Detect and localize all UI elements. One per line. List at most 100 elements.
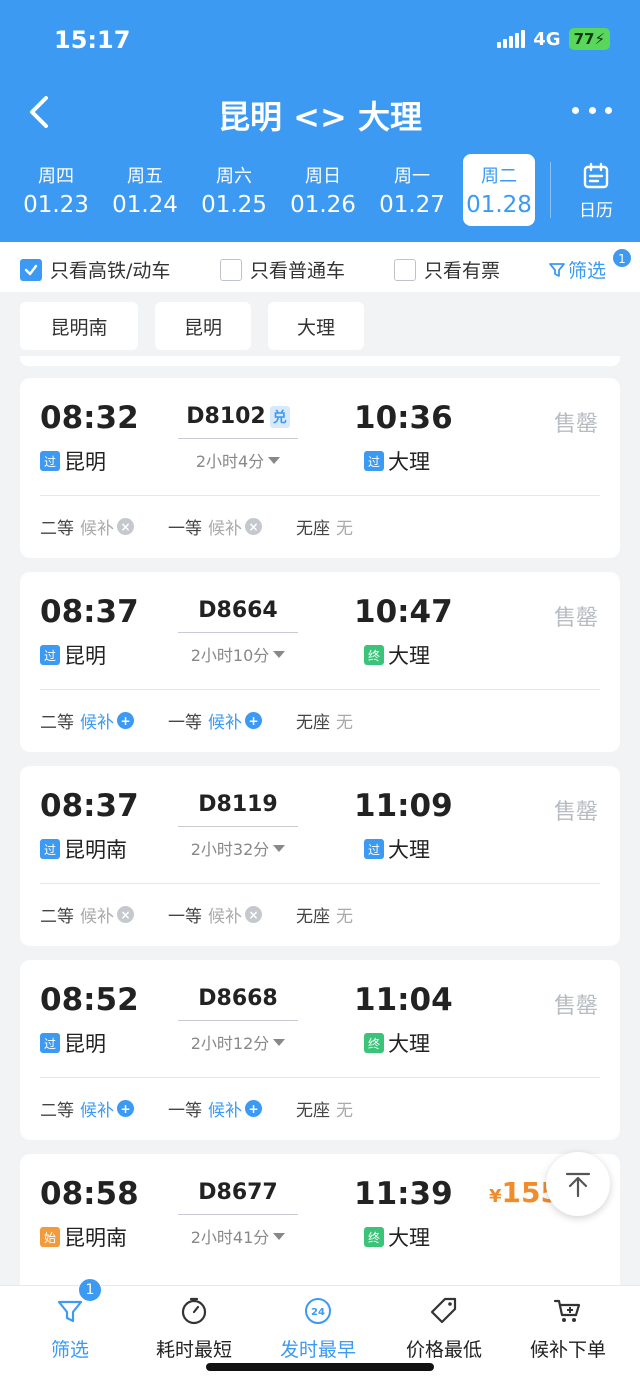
station-name: 昆明 xyxy=(64,1032,106,1056)
nav-bar: 昆明 <> 大理 xyxy=(0,86,640,142)
seat-first-class[interactable]: 一等 候补 × xyxy=(168,514,262,539)
high-speed-checkbox[interactable]: 只看高铁/动车 xyxy=(20,256,170,283)
terminal-tag: 终 xyxy=(364,1227,384,1247)
station-button[interactable]: 昆明 xyxy=(155,302,251,350)
funnel-icon xyxy=(549,262,565,277)
calendar-button[interactable]: 日历 xyxy=(566,162,626,221)
seat-first-class[interactable]: 一等 候补 + xyxy=(168,708,262,733)
tab-lowest-price[interactable]: 价格最低 xyxy=(384,1296,504,1362)
date-value: 01.24 xyxy=(112,192,178,218)
seat-availability: 候补 × xyxy=(208,902,262,927)
tab-filter[interactable]: 筛选 xyxy=(10,1296,130,1362)
date-tab[interactable]: 周一 01.27 xyxy=(376,154,448,226)
seat-class: 无座 xyxy=(296,713,330,733)
train-number: D8664 xyxy=(178,598,298,623)
tab-waitlist-order[interactable]: 候补下单 xyxy=(508,1296,628,1362)
caret-down-icon xyxy=(273,844,286,852)
date-tab-selected[interactable]: 周二 01.28 xyxy=(463,154,535,226)
filter-bar: 只看高铁/动车 只看普通车 只看有票 筛选 1 xyxy=(0,242,640,292)
tab-earliest-departure[interactable]: 24 发时最早 xyxy=(258,1296,378,1362)
origin-tag: 始 xyxy=(40,1227,60,1247)
train-number: D8102 兑 xyxy=(178,404,298,429)
filter-button[interactable]: 筛选 xyxy=(548,256,606,283)
seat-status: 无 xyxy=(336,907,353,927)
scroll-to-top-button[interactable] xyxy=(546,1152,610,1216)
status-time: 15:17 xyxy=(54,26,131,54)
calendar-label: 日历 xyxy=(579,201,613,221)
seat-first-class[interactable]: 一等 候补 + xyxy=(168,1096,262,1121)
seat-status: 候补 xyxy=(208,1101,242,1121)
seat-no-seat: 无座无 xyxy=(296,514,353,539)
duration[interactable]: 2小时12分 xyxy=(178,1030,298,1054)
train-card[interactable]: 08:37 过昆明 D8664 2小时10分 10:47 终大理 售罄 二等 候补… xyxy=(20,572,620,752)
normal-train-checkbox[interactable]: 只看普通车 xyxy=(220,256,345,283)
filter-label: 筛选 xyxy=(568,260,607,282)
seat-second-class[interactable]: 二等 候补 + xyxy=(40,1096,134,1121)
sold-out-status: 售罄 xyxy=(553,994,598,1019)
seat-second-class[interactable]: 二等 候补 + xyxy=(40,708,134,733)
tab-label: 候补下单 xyxy=(529,1339,606,1361)
station-filter-row: 昆明南 昆明 大理 xyxy=(0,292,640,358)
seat-status: 无 xyxy=(336,519,353,539)
sold-out-status: 售罄 xyxy=(553,412,598,437)
seat-row: 二等 候补 × 一等 候补 × 无座无 xyxy=(40,514,387,539)
seat-row: 二等 候补 × 一等 候补 × 无座无 xyxy=(40,902,387,927)
arrival-station: 终大理 xyxy=(364,1028,430,1058)
date-tab[interactable]: 周六 01.25 xyxy=(198,154,270,226)
arrival-time: 10:47 xyxy=(354,594,453,630)
exchange-tag: 兑 xyxy=(269,405,290,428)
station-button[interactable]: 昆明南 xyxy=(20,302,138,350)
duration[interactable]: 2小时41分 xyxy=(178,1224,298,1248)
date-weekday: 周六 xyxy=(216,166,252,187)
available-only-checkbox[interactable]: 只看有票 xyxy=(394,256,500,283)
home-indicator xyxy=(206,1363,434,1371)
seat-class: 二等 xyxy=(40,907,74,927)
arrival-time: 10:36 xyxy=(354,400,453,436)
sold-out-status: 售罄 xyxy=(553,800,598,825)
arrival-station: 终大理 xyxy=(364,640,430,670)
date-tab[interactable]: 周五 01.24 xyxy=(109,154,181,226)
date-weekday: 周二 xyxy=(481,166,517,187)
seat-status: 候补 xyxy=(208,907,242,927)
seat-no-seat: 无座无 xyxy=(296,708,353,733)
seat-class: 一等 xyxy=(168,519,202,539)
checkbox-label: 只看普通车 xyxy=(250,260,346,282)
header: 15:17 4G 77 ⚡ 昆明 <> 大理 周四 01.23 周五 01.24 周六… xyxy=(0,0,640,242)
seat-availability: 候补 × xyxy=(208,514,262,539)
date-weekday: 周四 xyxy=(38,166,74,187)
duration-text: 2小时32分 xyxy=(190,840,270,859)
train-card[interactable]: 08:37 过昆明南 D8119 2小时32分 11:09 过大理 售罄 二等候… xyxy=(20,766,620,946)
seat-second-class[interactable]: 二等 候补 × xyxy=(40,514,134,539)
battery-level: 77 xyxy=(573,30,595,48)
seat-availability: 候补 + xyxy=(80,1096,134,1121)
date-tab[interactable]: 周四 01.23 xyxy=(20,154,92,226)
tab-shortest-duration[interactable]: 耗时最短 xyxy=(134,1296,254,1362)
date-value: 01.23 xyxy=(23,192,89,218)
caret-down-icon xyxy=(273,1038,286,1046)
seat-class: 一等 xyxy=(168,1101,202,1121)
calendar-icon xyxy=(583,162,609,189)
train-card[interactable]: 08:52 过昆明 D8668 2小时12分 11:04 终大理 售罄 二等 候补… xyxy=(20,960,620,1140)
seat-status: 候补 xyxy=(80,713,114,733)
date-value: 01.26 xyxy=(290,192,356,218)
seat-first-class[interactable]: 一等 候补 × xyxy=(168,902,262,927)
date-tab[interactable]: 周日 01.26 xyxy=(287,154,359,226)
duration[interactable]: 2小时4分 xyxy=(178,448,298,472)
duration[interactable]: 2小时32分 xyxy=(178,836,298,860)
departure-time: 08:52 xyxy=(40,982,139,1018)
departure-station: 始昆明南 xyxy=(40,1222,127,1252)
date-weekday: 周一 xyxy=(394,166,430,187)
more-icon[interactable] xyxy=(572,100,612,120)
seat-second-class[interactable]: 二等 候补 × xyxy=(40,902,134,927)
duration[interactable]: 2小时10分 xyxy=(178,642,298,666)
station-button[interactable]: 大理 xyxy=(268,302,364,350)
seat-availability: 候补 × xyxy=(80,902,134,927)
date-weekday: 周五 xyxy=(127,166,163,187)
train-number-text: D8102 xyxy=(186,404,266,429)
departure-time: 08:37 xyxy=(40,788,139,824)
divider xyxy=(40,495,600,496)
train-card[interactable]: 08:32 过昆明 D8102 兑 2小时4分 10:36 过大理 售罄 二等 候补… xyxy=(20,378,620,558)
plus-circle-icon: + xyxy=(117,1100,134,1117)
train-number-text: D8119 xyxy=(198,792,278,817)
seat-status: 候补 xyxy=(208,519,242,539)
